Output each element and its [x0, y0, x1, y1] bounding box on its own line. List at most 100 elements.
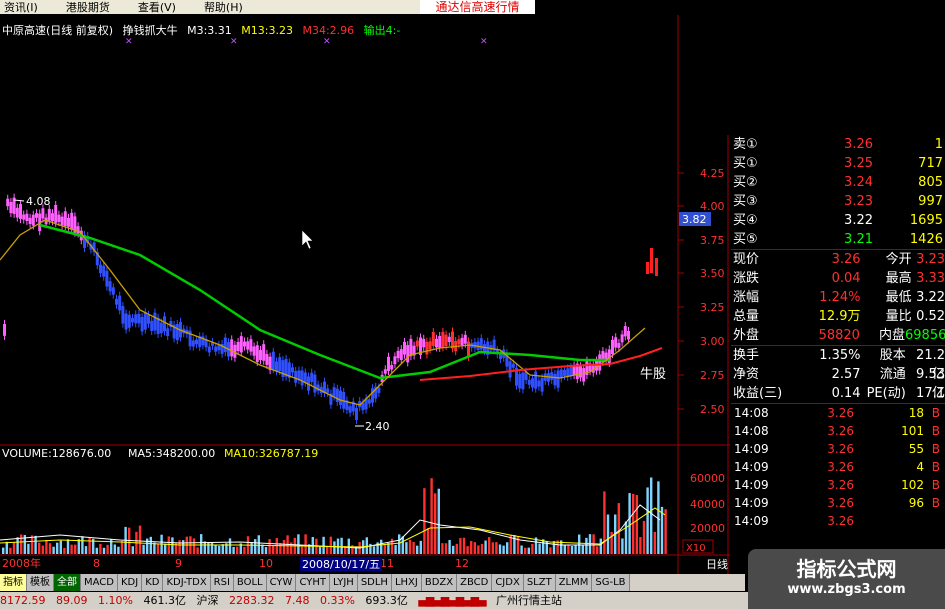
volume-bar — [300, 546, 304, 554]
candle-body — [406, 345, 410, 363]
volume-bar — [444, 543, 448, 554]
volume-bar — [542, 539, 545, 554]
candle-body — [195, 339, 198, 345]
tab-rsi[interactable]: RSI — [210, 574, 234, 591]
candle-body — [521, 372, 525, 390]
menu-item-hk-futures[interactable]: 港股期货 — [66, 0, 110, 15]
stat-value: 0.04 — [831, 271, 861, 286]
tab-all[interactable]: 全部 — [54, 574, 81, 591]
sh-change: 89.09 — [56, 594, 88, 607]
volume-bar — [102, 547, 106, 554]
tab-sdlh[interactable]: SDLH — [357, 574, 392, 591]
candle-body — [371, 388, 374, 403]
stat-value: 69856 — [905, 328, 945, 343]
order-row[interactable]: 买⑤ 3.21 1426 — [731, 230, 945, 249]
tab-macd[interactable]: MACD — [81, 574, 118, 591]
volume-bar — [455, 543, 458, 554]
stat-label: 股本 — [879, 348, 906, 363]
candle-body — [214, 346, 218, 352]
tab-bdzx[interactable]: BDZX — [421, 574, 458, 591]
tick-side: B — [931, 424, 940, 438]
tab-sg-lb[interactable]: SG-LB — [592, 574, 630, 591]
stock-name: 中原高速(日线 前复权) — [2, 24, 114, 37]
stat-value: 58820 — [818, 328, 860, 343]
order-label: 买④ — [733, 213, 758, 228]
order-price: 3.22 — [844, 213, 873, 228]
candle-body — [175, 323, 179, 341]
tab-template[interactable]: 模板 — [27, 574, 54, 591]
menu-item-help[interactable]: 帮助(H) — [204, 0, 243, 15]
svg-text:✕: ✕ — [230, 37, 238, 47]
candle-body — [243, 341, 246, 347]
menu-item-view[interactable]: 查看(V) — [138, 0, 176, 15]
stat-label: 换手 — [733, 348, 760, 363]
volume-bar — [329, 536, 332, 554]
tab-kdj[interactable]: KDJ — [117, 574, 143, 591]
candle-body — [137, 313, 141, 324]
menu-item-info[interactable]: 资讯(I) — [4, 0, 38, 15]
stat-label: 现价 — [733, 252, 760, 267]
volume-bar — [408, 539, 412, 554]
tab-cyht[interactable]: CYHT — [296, 574, 330, 591]
period-label[interactable]: 日线 — [706, 557, 728, 571]
candle-body — [153, 312, 157, 331]
candle-body — [252, 346, 256, 356]
volume-bar — [480, 543, 484, 554]
volume-bar — [164, 543, 167, 554]
volume-bar — [264, 547, 268, 554]
candle-body — [614, 337, 618, 348]
order-volume: 717 — [918, 156, 943, 171]
tab-cyw[interactable]: CYW — [266, 574, 297, 591]
candle-body — [393, 356, 397, 365]
order-label: 买② — [733, 175, 758, 190]
volume-bar — [38, 542, 41, 554]
tab-cjdx[interactable]: CJDX — [492, 574, 524, 591]
candle-body — [239, 336, 243, 353]
order-label: 买③ — [733, 194, 758, 209]
volume-bar — [412, 541, 415, 554]
order-row[interactable]: 卖① 3.26 1 — [731, 135, 945, 154]
order-row[interactable]: 买④ 3.22 1695 — [731, 211, 945, 230]
tab-kd[interactable]: KD — [142, 574, 164, 591]
tab-boll[interactable]: BOLL — [233, 574, 267, 591]
order-row[interactable]: 买① 3.25 717 — [731, 154, 945, 173]
candle-body — [537, 380, 541, 387]
tab-lhxj[interactable]: LHXJ — [391, 574, 422, 591]
candle-body — [582, 368, 586, 382]
volume-bar — [488, 537, 491, 554]
tick-time: 14:09 — [734, 478, 769, 492]
tab-lyjh[interactable]: LYJH — [329, 574, 358, 591]
candle-body — [127, 314, 131, 328]
tab-kdj-tdx[interactable]: KDJ-TDX — [163, 574, 211, 591]
order-row[interactable]: 买③ 3.23 997 — [731, 192, 945, 211]
price-axis-label: 3.50 — [700, 267, 725, 280]
tab-indicator[interactable]: 指标 — [0, 574, 27, 591]
order-price: 3.24 — [844, 175, 873, 190]
volume-bar — [5, 541, 8, 554]
candle-body — [425, 341, 429, 355]
volume-bar — [664, 509, 667, 554]
stat-label: 内盘 — [879, 328, 906, 343]
stat-value: 3.26 — [831, 252, 861, 267]
candle-body — [431, 331, 435, 346]
volume-bar — [394, 544, 397, 554]
tab-zlmm[interactable]: ZLMM — [555, 574, 593, 591]
tick-price: 3.26 — [827, 424, 854, 438]
stat-label: 外盘 — [733, 328, 760, 343]
order-row[interactable]: 买② 3.24 805 — [731, 173, 945, 192]
volume-bar — [27, 543, 30, 554]
candle-body — [396, 350, 400, 359]
candle-body — [508, 361, 512, 378]
sz-amount: 693.3亿 — [365, 594, 408, 607]
volume-bar — [95, 547, 98, 554]
tab-slzt[interactable]: SLZT — [523, 574, 556, 591]
candle-body — [598, 354, 602, 371]
volume-bar — [203, 541, 206, 554]
price-axis-label: 2.50 — [700, 403, 725, 416]
candle-body — [441, 331, 445, 348]
tab-zbcd[interactable]: ZBCD — [457, 574, 493, 591]
tick-side: B — [931, 496, 940, 510]
tick-row: 14:09 3.26 4 B — [731, 458, 945, 476]
candle-body — [275, 361, 278, 372]
server-name[interactable]: 广州行情主站 — [496, 594, 562, 607]
